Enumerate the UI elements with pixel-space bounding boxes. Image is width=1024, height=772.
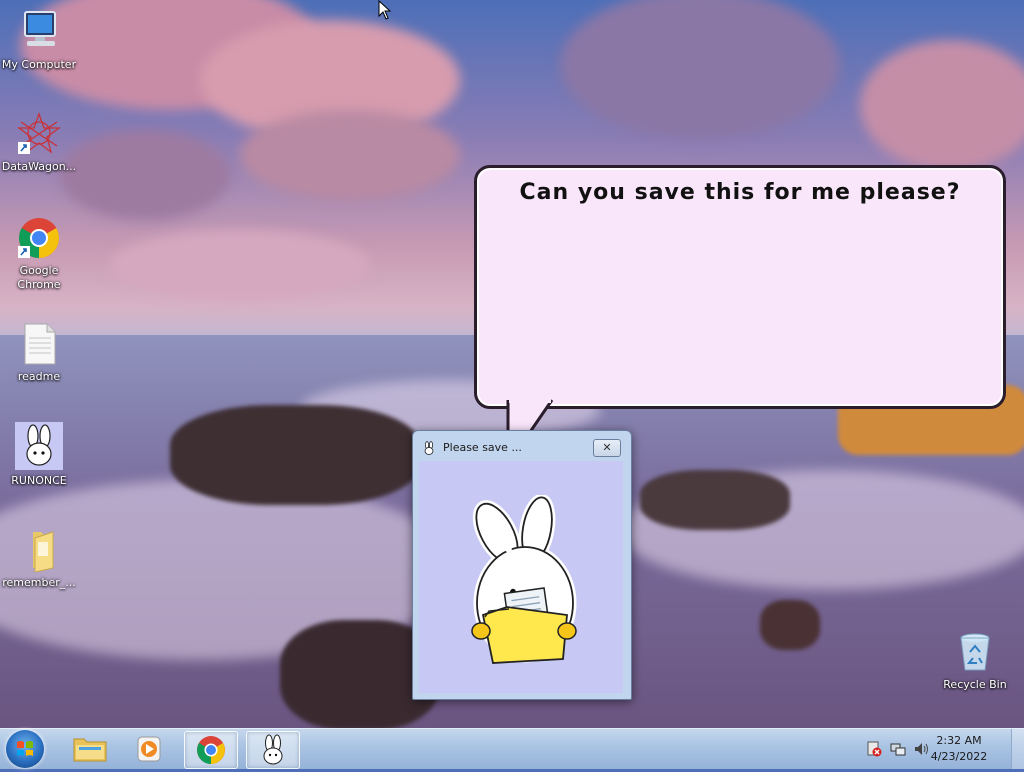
cloud (240, 110, 460, 200)
speech-bubble: Can you save this for me please? (474, 165, 1006, 409)
taskbar-file-explorer[interactable] (64, 731, 116, 767)
taskbar: 2:32 AM 4/23/2022 (0, 728, 1024, 769)
show-desktop-button[interactable] (1011, 729, 1024, 769)
start-orb-icon (17, 741, 33, 756)
cloud (110, 230, 370, 300)
taskbar-media-player[interactable] (124, 731, 176, 767)
rock (760, 600, 820, 650)
recycle-bin-icon (953, 630, 997, 674)
taskbar-chrome[interactable] (184, 731, 238, 769)
folder-icon (17, 528, 61, 573)
chrome-icon (197, 736, 225, 764)
desktop-icon-label: Google Chrome (17, 264, 61, 291)
media-player-icon (137, 736, 161, 762)
desktop-icon-label: DataWagon... (1, 160, 77, 173)
desktop-icon-label: RUNONCE (11, 474, 67, 487)
bunny-icon (15, 422, 63, 470)
dialog-content (419, 461, 623, 693)
cloud (60, 130, 230, 220)
desktop-icon-label: remember_... (2, 576, 76, 589)
file-explorer-icon (73, 738, 107, 762)
bunny-holding-folder-image[interactable] (459, 495, 589, 675)
desktop-icon-label: Recycle Bin (943, 678, 1007, 691)
desktop-icon-my-computer[interactable]: My Computer (0, 10, 79, 72)
network-icon[interactable] (890, 741, 906, 757)
clock-date: 4/23/2022 (930, 750, 988, 763)
desktop-icon-readme[interactable]: readme (0, 322, 79, 384)
desktop-icon-label: My Computer (1, 58, 77, 71)
clock-time: 2:32 AM (936, 734, 982, 747)
system-clock[interactable]: 2:32 AM 4/23/2022 (924, 733, 994, 765)
rock (170, 405, 420, 505)
chrome-icon (17, 216, 61, 260)
computer-icon (17, 10, 61, 54)
action-center-icon[interactable] (866, 741, 882, 757)
cloud (560, 0, 840, 140)
bunny-icon (263, 734, 283, 765)
taskbar-runonce[interactable] (246, 731, 300, 769)
text-file-icon (17, 322, 61, 366)
close-button[interactable]: ✕ (593, 439, 621, 457)
dialog-title: Please save ... (443, 441, 522, 454)
close-icon: ✕ (602, 441, 612, 454)
desktop-icon-remember[interactable]: remember_... (0, 528, 79, 590)
bunny-icon (422, 440, 436, 455)
desktop-icon-label: readme (17, 370, 61, 383)
desktop-icon-runonce[interactable]: RUNONCE (0, 422, 79, 488)
please-save-dialog[interactable]: Please save ... ✕ (412, 430, 632, 700)
desktop-icon-datawagon[interactable]: DataWagon... (0, 112, 79, 174)
datawagon-icon (17, 112, 61, 156)
rock (640, 470, 790, 530)
cloud (860, 40, 1024, 170)
start-button[interactable] (6, 730, 44, 768)
desktop-icon-google-chrome[interactable]: Google Chrome (0, 216, 79, 292)
desktop-icon-recycle-bin[interactable]: Recycle Bin (935, 630, 1015, 692)
mouse-cursor-icon (378, 0, 392, 20)
speech-bubble-text: Can you save this for me please? (519, 180, 961, 205)
